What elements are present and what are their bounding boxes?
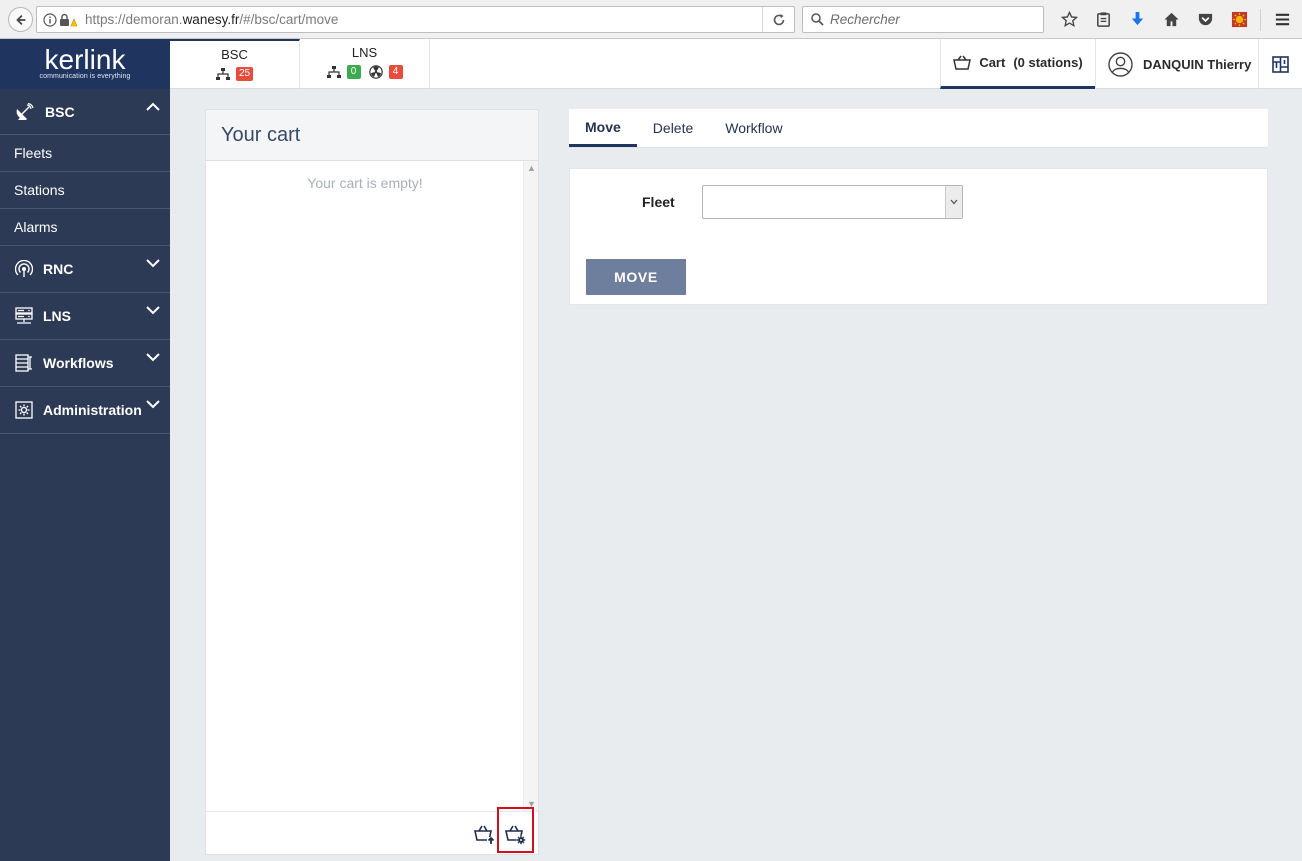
move-button[interactable]: MOVE	[586, 259, 686, 295]
lns-alarm-badge: 4	[388, 65, 403, 79]
reload-icon	[773, 13, 784, 25]
sidebar: BSC Fleets Stations Alarms RNC LNS Workf…	[0, 89, 170, 861]
user-menu[interactable]: DANQUIN Thierry	[1095, 39, 1258, 89]
sidebar-group-lns[interactable]: LNS	[0, 293, 170, 340]
radiation-icon	[368, 65, 383, 79]
server-icon	[15, 307, 33, 324]
home-button[interactable]	[1154, 6, 1188, 33]
chevron-down-icon	[146, 306, 160, 315]
user-name: DANQUIN Thierry	[1143, 56, 1252, 72]
arrow-left-icon	[15, 14, 25, 25]
sidebar-group-rnc[interactable]: RNC	[0, 246, 170, 293]
pocket-icon	[1198, 13, 1212, 26]
module-bsc-title: BSC	[221, 47, 248, 62]
cart-upload-button[interactable]	[468, 819, 500, 849]
scroll-up-arrow-icon[interactable]: ▲	[527, 163, 536, 173]
insecure-lock-icon[interactable]	[59, 13, 77, 27]
cart-scrollbar[interactable]: ▲ ▼	[523, 161, 538, 811]
cart-list: Your cart is empty!	[206, 161, 524, 811]
app-header: kerlink communication is everything BSC …	[0, 39, 1302, 89]
sidebar-group-lns-label: LNS	[43, 308, 71, 324]
tab-delete[interactable]: Delete	[637, 109, 709, 147]
star-icon	[1060, 11, 1078, 27]
chevron-down-icon	[146, 259, 160, 268]
lns-network-badge: 0	[346, 65, 361, 79]
downloads-button[interactable]	[1120, 6, 1154, 33]
workflow-icon	[15, 354, 32, 372]
back-button[interactable]	[8, 7, 33, 32]
move-form: Fleet MOVE	[569, 168, 1268, 305]
browser-toolbar: https://demoran.wanesy.fr/#/bsc/cart/mov…	[0, 0, 1302, 39]
pocket-button[interactable]	[1188, 6, 1222, 33]
browser-search-input[interactable]	[830, 12, 1030, 27]
highlight-box	[497, 807, 534, 853]
tab-move[interactable]: Move	[569, 109, 637, 147]
logo-tagline: communication is everything	[39, 73, 131, 80]
network-icon	[326, 66, 341, 78]
browser-menu-button[interactable]	[1265, 6, 1299, 33]
hamburger-icon	[1275, 13, 1289, 26]
cart-empty-message: Your cart is empty!	[307, 175, 423, 191]
network-icon	[215, 68, 230, 80]
cart-count: (0 stations)	[1013, 55, 1083, 70]
bookmark-star-button[interactable]	[1052, 6, 1086, 33]
lns-alarm-stat[interactable]: 4	[368, 65, 403, 79]
sidebar-group-rnc-label: RNC	[43, 261, 74, 277]
info-icon[interactable]	[43, 12, 57, 27]
fleet-dropdown-toggle[interactable]	[945, 186, 962, 218]
logo-wordmark: kerlink	[44, 44, 126, 75]
fleet-select[interactable]	[702, 185, 963, 219]
bsc-network-badge: 25	[235, 67, 254, 81]
module-bsc[interactable]: BSC 25	[170, 39, 300, 89]
extension-sun-icon	[1231, 11, 1247, 28]
bsc-network-stat[interactable]: 25	[215, 67, 254, 81]
chevron-down-icon	[950, 199, 958, 205]
lns-network-stat[interactable]: 0	[326, 65, 361, 79]
toolbar-divider	[1260, 8, 1261, 31]
sidebar-item-fleets[interactable]: Fleets	[0, 135, 170, 172]
reload-button[interactable]	[762, 7, 794, 32]
kerlink-logo[interactable]: kerlink communication is everything	[0, 39, 170, 89]
dashboard-grid-icon	[1272, 55, 1289, 73]
chevron-down-icon	[146, 400, 160, 409]
header-cart-button[interactable]: Cart (0 stations)	[940, 39, 1095, 89]
clipboard-icon	[1096, 12, 1110, 27]
browser-search-box[interactable]	[802, 6, 1044, 33]
cart-panel-title: Your cart	[206, 110, 538, 161]
action-tabs: Move Delete Workflow	[569, 109, 1268, 148]
antenna-icon	[15, 260, 33, 277]
home-icon	[1163, 12, 1179, 27]
chevron-down-icon	[146, 353, 160, 362]
sidebar-group-administration-label: Administration	[43, 402, 142, 418]
user-avatar-icon	[1108, 51, 1133, 77]
sidebar-item-stations[interactable]: Stations	[0, 172, 170, 209]
cart-footer	[206, 811, 538, 854]
address-bar[interactable]: https://demoran.wanesy.fr/#/bsc/cart/mov…	[36, 6, 795, 33]
satellite-dish-icon	[16, 102, 34, 120]
browser-toolbar-icons	[1052, 6, 1299, 33]
sidebar-group-administration[interactable]: Administration	[0, 387, 170, 434]
reading-list-button[interactable]	[1086, 6, 1120, 33]
cart-label: Cart	[979, 55, 1006, 70]
module-lns-title: LNS	[351, 45, 378, 60]
fleet-label: Fleet	[642, 194, 675, 210]
basket-upload-icon	[474, 825, 495, 845]
sidebar-item-alarms[interactable]: Alarms	[0, 209, 170, 246]
layout-toggle-button[interactable]	[1258, 39, 1302, 89]
extension-button[interactable]	[1222, 6, 1256, 33]
url-text: https://demoran.wanesy.fr/#/bsc/cart/mov…	[85, 12, 339, 27]
module-lns[interactable]: LNS 0 4	[300, 39, 430, 89]
admin-gear-icon	[15, 401, 33, 419]
sidebar-group-bsc-label: BSC	[45, 103, 75, 120]
tab-workflow[interactable]: Workflow	[709, 109, 798, 147]
cart-panel: Your cart Your cart is empty! ▲ ▼	[205, 109, 539, 855]
chevron-up-icon	[146, 102, 160, 111]
download-arrow-icon	[1131, 11, 1143, 26]
sidebar-group-workflows-label: Workflows	[43, 355, 114, 371]
sidebar-group-bsc[interactable]: BSC	[0, 89, 170, 135]
sidebar-group-workflows[interactable]: Workflows	[0, 340, 170, 387]
basket-icon	[953, 55, 972, 70]
search-icon	[811, 13, 824, 26]
